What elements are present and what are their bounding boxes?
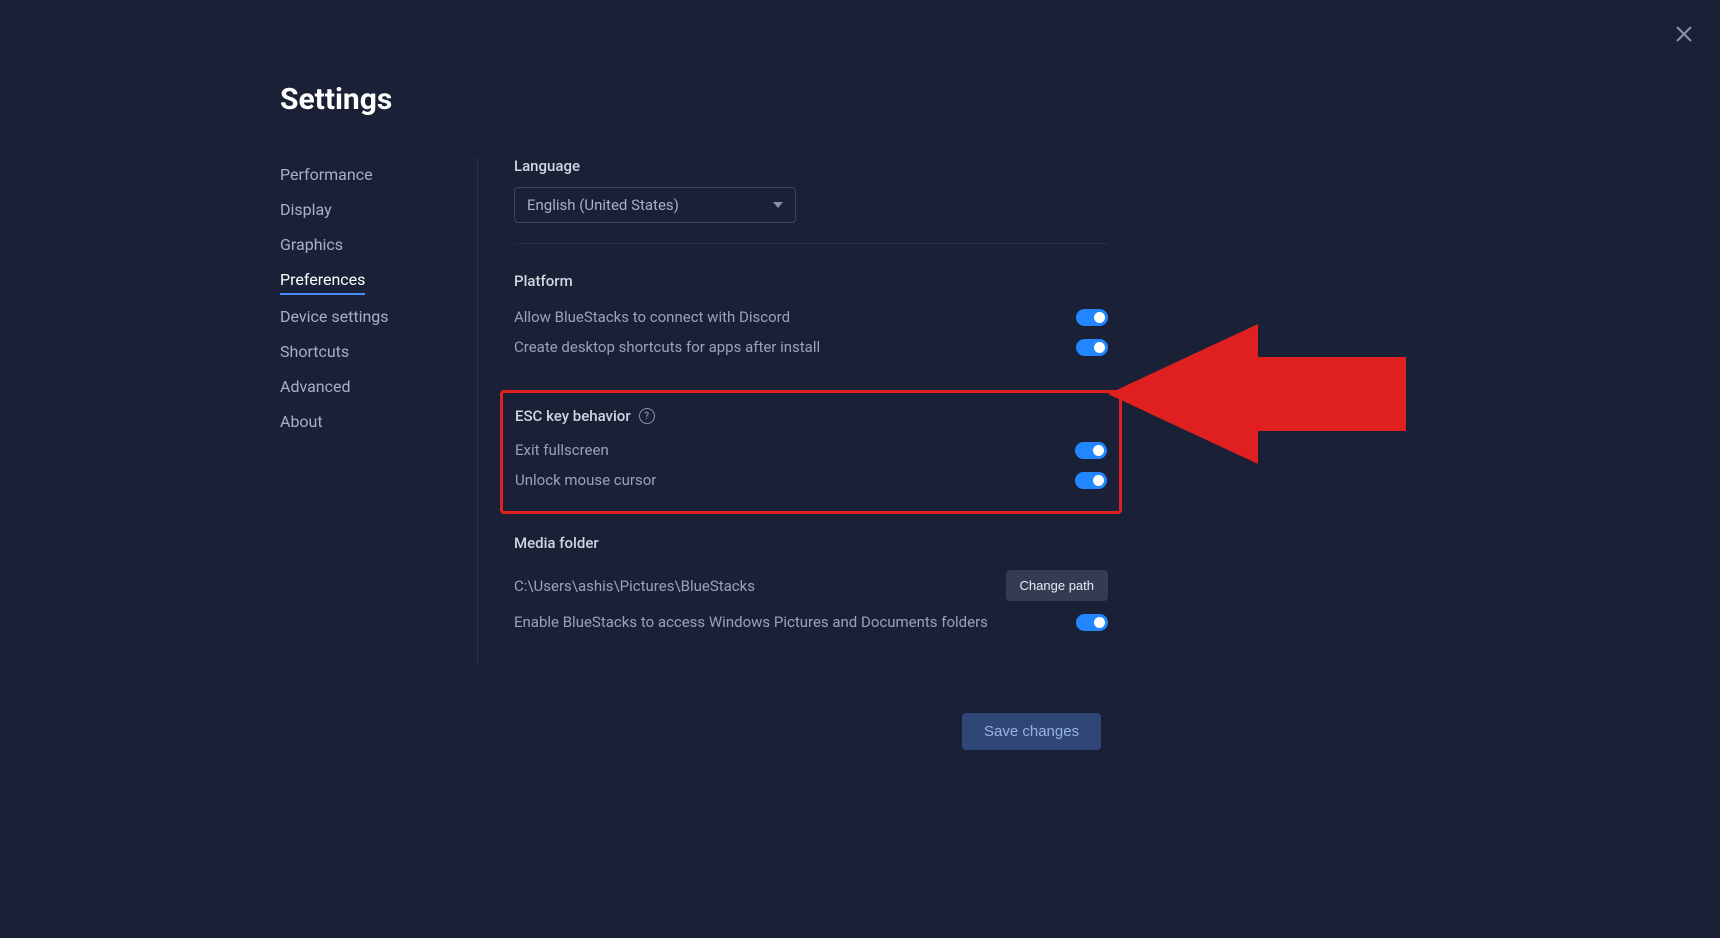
media-folder-label: Media folder [514, 534, 1108, 552]
platform-section: Platform Allow BlueStacks to connect wit… [514, 272, 1108, 362]
access-folders-toggle-label: Enable BlueStacks to access Windows Pict… [514, 613, 988, 631]
desktop-shortcuts-toggle-label: Create desktop shortcuts for apps after … [514, 338, 820, 356]
esc-key-label: ESC key behavior ? [515, 407, 1107, 425]
sidebar-item-preferences[interactable]: Preferences [280, 262, 365, 295]
sidebar-item-shortcuts[interactable]: Shortcuts [280, 334, 457, 369]
language-select[interactable]: English (United States) [514, 187, 796, 223]
close-button[interactable] [1672, 22, 1696, 46]
discord-toggle[interactable] [1076, 309, 1108, 326]
esc-key-section-highlighted: ESC key behavior ? Exit fullscreen Unloc… [500, 390, 1122, 514]
sidebar-item-display[interactable]: Display [280, 192, 457, 227]
language-section: Language English (United States) [514, 157, 1108, 244]
sidebar-item-device-settings[interactable]: Device settings [280, 299, 457, 334]
language-selected-value: English (United States) [527, 196, 679, 214]
exit-fullscreen-toggle-label: Exit fullscreen [515, 441, 609, 459]
sidebar-item-graphics[interactable]: Graphics [280, 227, 457, 262]
chevron-down-icon [773, 202, 783, 208]
media-folder-path: C:\Users\ashis\Pictures\BlueStacks [514, 577, 755, 595]
save-changes-button[interactable]: Save changes [962, 713, 1101, 750]
change-path-button[interactable]: Change path [1006, 570, 1108, 601]
settings-sidebar: Performance Display Graphics Preferences… [280, 157, 478, 665]
esc-key-label-text: ESC key behavior [515, 407, 631, 425]
unlock-cursor-toggle-label: Unlock mouse cursor [515, 471, 656, 489]
media-folder-section: Media folder C:\Users\ashis\Pictures\Blu… [514, 534, 1108, 637]
close-icon [1672, 22, 1696, 46]
discord-toggle-label: Allow BlueStacks to connect with Discord [514, 308, 790, 326]
divider [514, 243, 1108, 244]
sidebar-item-about[interactable]: About [280, 404, 457, 439]
settings-content: Language English (United States) Platfor… [478, 157, 1108, 665]
help-icon[interactable]: ? [639, 408, 655, 424]
exit-fullscreen-toggle[interactable] [1075, 442, 1107, 459]
platform-label: Platform [514, 272, 1108, 290]
page-title: Settings [280, 82, 1440, 117]
unlock-cursor-toggle[interactable] [1075, 472, 1107, 489]
annotation-arrow-icon [1108, 324, 1406, 464]
access-folders-toggle[interactable] [1076, 614, 1108, 631]
desktop-shortcuts-toggle[interactable] [1076, 339, 1108, 356]
sidebar-item-advanced[interactable]: Advanced [280, 369, 457, 404]
language-label: Language [514, 157, 1108, 175]
sidebar-item-performance[interactable]: Performance [280, 157, 457, 192]
